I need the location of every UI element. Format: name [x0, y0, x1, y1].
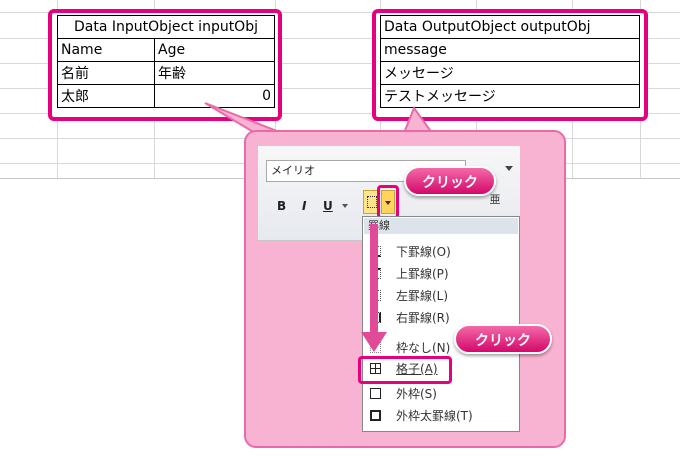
- down-arrow-indicator: [361, 224, 387, 352]
- click-callout-menu: クリック: [454, 324, 552, 354]
